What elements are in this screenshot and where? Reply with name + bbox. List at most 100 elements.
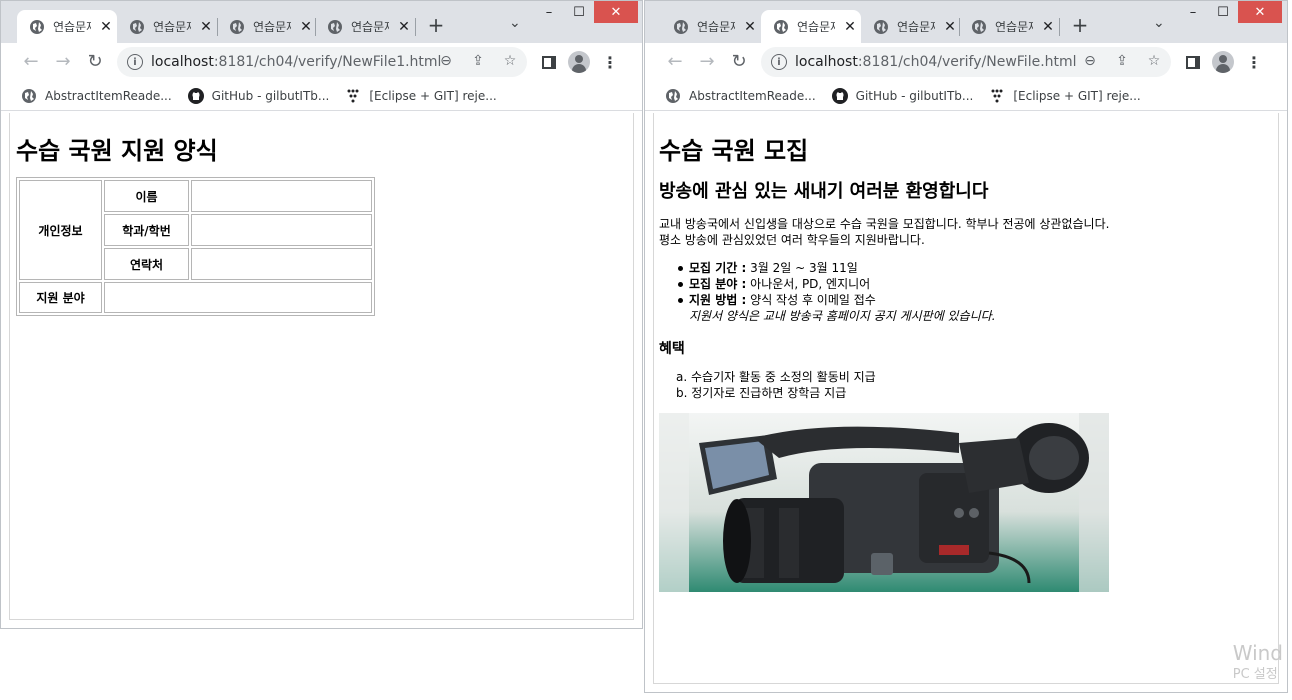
list-item: 모집 기간 : 3월 2일 ~ 3월 11일 — [659, 260, 996, 276]
list-item: a. 수습기자 활동 중 소정의 활동비 지급 — [676, 370, 876, 384]
share-icon[interactable]: ⇪ — [1113, 53, 1131, 69]
list-item: 지원 방법 : 양식 작성 후 이메일 접수 — [659, 292, 996, 308]
bookmark-label: [Eclipse + GIT] reje... — [1013, 88, 1141, 103]
tab-4[interactable]: 연습문제 ✕ — [315, 10, 415, 43]
tab-strip: 연습문제 ✕ 연습문제 ✕ 연습문제 ✕ 연습문제 ✕ + ⌄ – ☐ ✕ — [1, 1, 642, 43]
forward-arrow-icon[interactable]: → — [52, 51, 74, 73]
bookmark-item[interactable]: GitHub - gilbutITb... — [187, 87, 330, 104]
maximize-icon[interactable]: ☐ — [1208, 1, 1238, 23]
maximize-icon[interactable]: ☐ — [564, 1, 594, 23]
contact-input-cell[interactable] — [191, 248, 372, 280]
page-title: 수습 국원 지원 양식 — [16, 137, 218, 165]
bookmark-item[interactable]: AbstractItemReade... — [21, 88, 172, 104]
globe-icon — [328, 19, 342, 34]
field-label-cell: 연락처 — [104, 248, 189, 280]
field-label-cell: 학과/학번 — [104, 214, 189, 246]
page-title: 수습 국원 모집 — [659, 137, 809, 165]
tab-title: 연습문제 — [351, 20, 389, 34]
minimize-icon[interactable]: – — [1178, 1, 1208, 23]
toolbar: ← → ↻ i localhost:8181/ch04/verify/NewFi… — [645, 43, 1287, 81]
toolbar: ← → ↻ i localhost:8181/ch04/verify/NewFi… — [1, 43, 642, 81]
form-note: 지원서 양식은 교내 방송국 홈페이지 공지 게시판에 있습니다. — [689, 309, 996, 323]
tab-3[interactable]: 연습문제 ✕ — [861, 10, 961, 43]
tab-4[interactable]: 연습문제 ✕ — [959, 10, 1059, 43]
info-icon[interactable]: i — [771, 54, 787, 70]
globe-icon — [972, 19, 986, 34]
intro-line: 교내 방송국에서 신입생을 대상으로 수습 국원을 모집합니다. 학부나 전공에… — [659, 217, 1110, 231]
profile-avatar-icon[interactable] — [568, 51, 590, 73]
side-panel-icon[interactable] — [542, 55, 556, 69]
bookmark-item[interactable]: AbstractItemReade... — [665, 88, 816, 104]
close-icon[interactable]: ✕ — [843, 19, 857, 35]
new-tab-plus-icon[interactable]: + — [1070, 15, 1090, 35]
window-close-icon[interactable]: ✕ — [1238, 1, 1282, 23]
chevron-down-icon[interactable]: ⌄ — [509, 15, 521, 31]
zoom-icon[interactable]: ⊖ — [1081, 53, 1099, 69]
star-icon[interactable]: ☆ — [1145, 53, 1163, 69]
group-label-cell: 개인정보 — [19, 180, 102, 280]
tab-strip: 연습문제 ✕ 연습문제 ✕ 연습문제 ✕ 연습문제 ✕ + ⌄ – ☐ ✕ — [645, 1, 1287, 43]
github-icon — [187, 87, 204, 104]
bookmark-item[interactable]: [Eclipse + GIT] reje... — [345, 88, 497, 104]
zoom-icon[interactable]: ⊖ — [437, 53, 455, 69]
menu-kebab-icon[interactable]: ⋮ — [1246, 53, 1262, 72]
department-input-cell[interactable] — [191, 214, 372, 246]
globe-icon — [22, 88, 36, 103]
field-input-cell[interactable] — [104, 282, 372, 313]
star-icon[interactable]: ☆ — [501, 53, 519, 69]
bookmark-label: GitHub - gilbutITb... — [211, 88, 330, 103]
chevron-down-icon[interactable]: ⌄ — [1153, 15, 1165, 31]
tab-title: 연습문제 — [253, 20, 291, 34]
globe-icon — [130, 19, 144, 34]
bookmark-label: GitHub - gilbutITb... — [855, 88, 974, 103]
reload-icon[interactable]: ↻ — [728, 51, 750, 73]
close-icon[interactable]: ✕ — [299, 19, 313, 35]
dots-icon — [991, 89, 1003, 102]
tab-2[interactable]: 연습문제 ✕ — [761, 10, 861, 43]
menu-kebab-icon[interactable]: ⋮ — [602, 53, 618, 72]
back-arrow-icon[interactable]: ← — [664, 51, 686, 73]
profile-avatar-icon[interactable] — [1212, 51, 1234, 73]
field-label-cell: 지원 분야 — [19, 282, 102, 313]
list-item: b. 정기자로 진급하면 장학금 지급 — [676, 386, 847, 400]
github-icon — [831, 87, 848, 104]
close-icon[interactable]: ✕ — [199, 19, 213, 35]
field-label-cell: 이름 — [104, 180, 189, 212]
side-panel-icon[interactable] — [1186, 55, 1200, 69]
bookmark-item[interactable]: [Eclipse + GIT] reje... — [989, 88, 1141, 104]
tab-3[interactable]: 연습문제 ✕ — [217, 10, 317, 43]
url-text[interactable]: localhost:8181/ch04/verify/NewFile1.html — [151, 54, 441, 70]
tab-title: 연습문제 — [995, 20, 1033, 34]
intro-line: 평소 방송에 관심있었던 여러 학우들의 지원바랍니다. — [659, 233, 925, 247]
bookmark-item[interactable]: GitHub - gilbutITb... — [831, 87, 974, 104]
new-tab-plus-icon[interactable]: + — [426, 15, 446, 35]
info-icon[interactable]: i — [127, 54, 143, 70]
bookmark-label: AbstractItemReade... — [689, 88, 816, 103]
close-icon[interactable]: ✕ — [397, 19, 411, 35]
globe-icon — [874, 19, 888, 34]
tab-title: 연습문제 — [153, 20, 191, 34]
forward-arrow-icon[interactable]: → — [696, 51, 718, 73]
tab-1[interactable]: 연습문제 ✕ — [661, 10, 761, 43]
window-close-icon[interactable]: ✕ — [594, 1, 638, 23]
close-icon[interactable]: ✕ — [99, 19, 113, 35]
tab-separator — [1059, 18, 1060, 36]
url-text[interactable]: localhost:8181/ch04/verify/NewFile.html — [795, 54, 1077, 70]
bookmark-label: AbstractItemReade... — [45, 88, 172, 103]
minimize-icon[interactable]: – — [534, 1, 564, 23]
reload-icon[interactable]: ↻ — [84, 51, 106, 73]
tab-title: 연습문제 — [53, 20, 91, 34]
share-icon[interactable]: ⇪ — [469, 53, 487, 69]
benefits-heading: 혜택 — [659, 341, 685, 357]
tab-1[interactable]: 연습문제 ✕ — [17, 10, 117, 43]
address-bar[interactable]: i localhost:8181/ch04/verify/NewFile.htm… — [761, 47, 1171, 77]
bookmark-label: [Eclipse + GIT] reje... — [369, 88, 497, 103]
close-icon[interactable]: ✕ — [743, 19, 757, 35]
name-input-cell[interactable] — [191, 180, 372, 212]
tab-2[interactable]: 연습문제 ✕ — [117, 10, 217, 43]
window-controls: – ☐ ✕ — [534, 1, 638, 23]
back-arrow-icon[interactable]: ← — [20, 51, 42, 73]
address-bar[interactable]: i localhost:8181/ch04/verify/NewFile1.ht… — [117, 47, 527, 77]
close-icon[interactable]: ✕ — [1041, 19, 1055, 35]
close-icon[interactable]: ✕ — [943, 19, 957, 35]
